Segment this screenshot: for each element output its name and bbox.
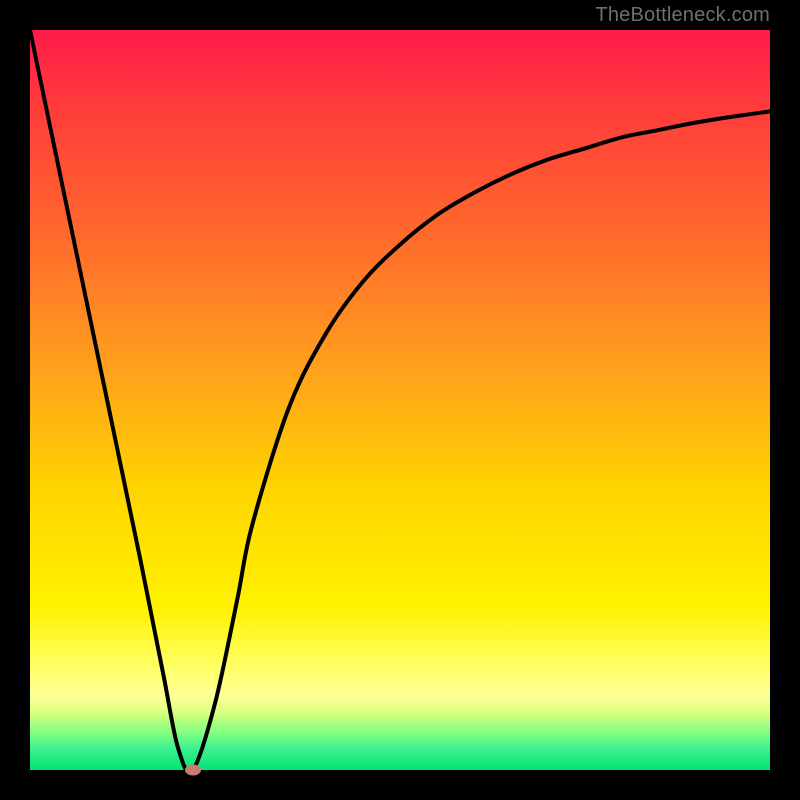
chart-frame: TheBottleneck.com [0, 0, 800, 800]
plot-area [30, 30, 770, 770]
bottleneck-curve [30, 30, 770, 772]
min-marker [185, 765, 201, 776]
watermark-text: TheBottleneck.com [595, 4, 770, 27]
curve-svg [30, 30, 770, 770]
